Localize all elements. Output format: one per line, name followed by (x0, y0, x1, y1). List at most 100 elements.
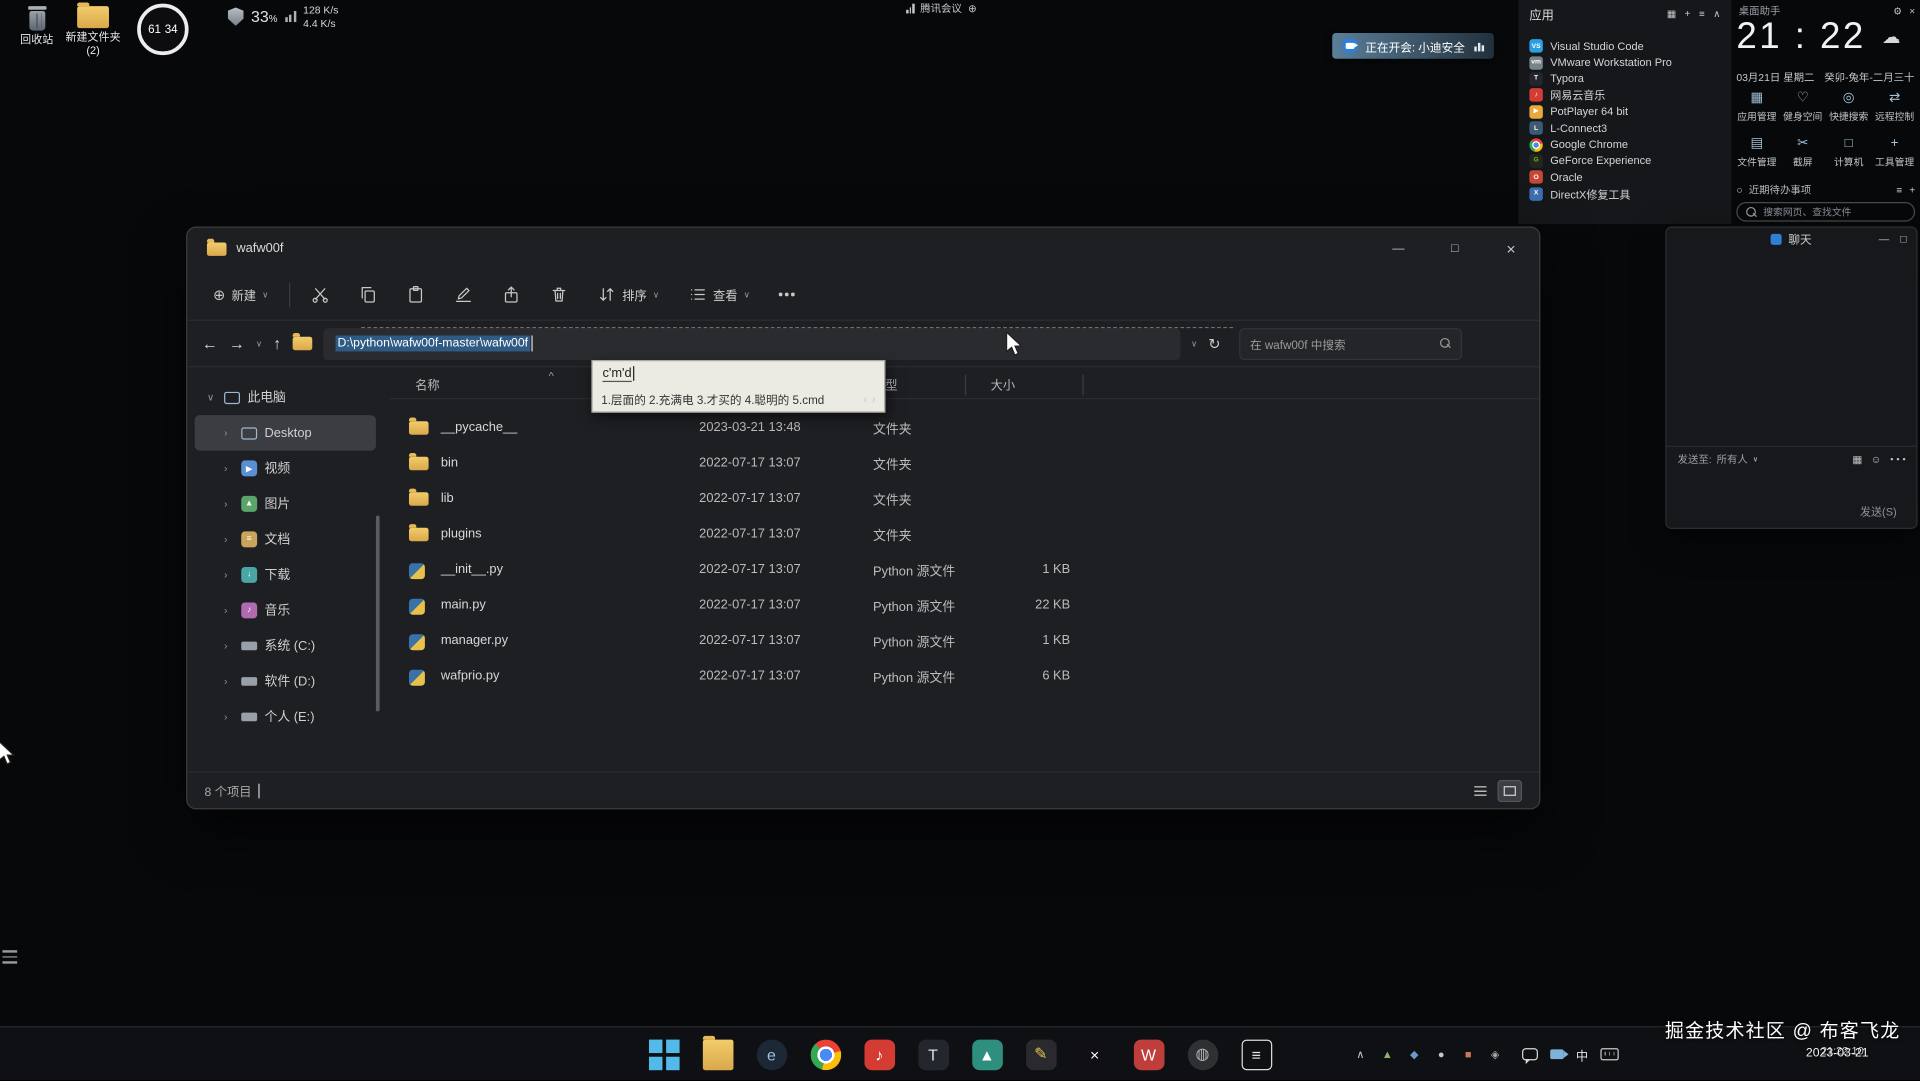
icons-view-toggle[interactable] (1497, 779, 1523, 802)
list-icon[interactable] (1896, 184, 1902, 195)
hidden-icons-chevron[interactable]: ∧ (1352, 1046, 1369, 1063)
ime-next-page-icon[interactable] (872, 392, 876, 404)
todo-row[interactable]: 近期待办事项 (1736, 182, 1915, 197)
file-row[interactable]: manager.py 2022-07-17 13:07 Python 源文件 1… (389, 624, 1539, 660)
search-result-app[interactable]: T Typora (1529, 71, 1720, 87)
minimize-button[interactable] (1370, 228, 1426, 270)
quick-action[interactable]: + 工具管理 (1872, 133, 1918, 169)
quick-action[interactable]: ◎ 快捷搜索 (1826, 88, 1872, 124)
address-dropdown-icon[interactable] (1191, 339, 1197, 349)
security-tray-icon[interactable]: ◆ (1406, 1046, 1423, 1063)
file-row[interactable]: main.py 2022-07-17 13:07 Python 源文件 22 K… (389, 589, 1539, 625)
quick-action[interactable]: □ 计算机 (1826, 133, 1872, 169)
file-row[interactable]: wafprio.py 2022-07-17 13:07 Python 源文件 6… (389, 660, 1539, 696)
explorer-titlebar[interactable]: wafw00f (187, 228, 1539, 270)
monitor-float-ball[interactable]: 61 34 (137, 3, 189, 56)
search-result-app[interactable]: vm VMware Workstation Pro (1529, 54, 1720, 70)
file-row[interactable]: plugins 2022-07-17 13:07 文件夹 (389, 518, 1539, 554)
collapse-icon[interactable] (1713, 9, 1720, 20)
add-icon[interactable] (968, 2, 977, 15)
taskbar-app[interactable] (808, 1037, 842, 1071)
copy-button[interactable] (350, 279, 386, 310)
chevron-down-icon[interactable] (1753, 455, 1758, 464)
chevron-icon[interactable]: › (224, 463, 234, 474)
file-row[interactable]: __init__.py 2022-07-17 13:07 Python 源文件 … (389, 553, 1539, 589)
details-view-toggle[interactable] (1468, 779, 1492, 801)
assistant-search-input[interactable]: 搜索网页、查找文件 (1736, 202, 1916, 222)
taskbar-app[interactable]: e (754, 1037, 788, 1071)
nav-item[interactable]: › ≡ 文档 (195, 522, 376, 558)
up-button[interactable] (273, 334, 281, 352)
search-result-app[interactable]: ♪ 网易云音乐 (1529, 87, 1720, 103)
delete-button[interactable] (541, 279, 577, 310)
paste-button[interactable] (398, 279, 434, 310)
meeting-banner[interactable]: 正在开会: 小迪安全 (1332, 33, 1494, 59)
nav-item[interactable]: › ▶ 视频 (195, 451, 376, 487)
chevron-icon[interactable]: ∨ (207, 392, 217, 403)
address-bar[interactable]: D:\python\wafw00f-master\wafw00f (322, 327, 1180, 360)
rename-button[interactable] (446, 279, 482, 310)
nav-item[interactable]: › 软件 (D:) (195, 664, 376, 700)
taskbar-app[interactable]: ✎ (1024, 1037, 1058, 1071)
cloud-tray-icon[interactable]: ● (1433, 1046, 1450, 1063)
nav-item[interactable]: › ↓ 下载 (195, 557, 376, 593)
view-button[interactable]: 查看 (680, 279, 759, 310)
new-button[interactable]: 新建 (204, 279, 276, 310)
search-result-app[interactable]: G GeForce Experience (1529, 153, 1720, 169)
taskbar-app[interactable]: × (1078, 1037, 1112, 1071)
chevron-icon[interactable]: › (224, 569, 234, 580)
performance-widget[interactable]: 33% 128 K/s 4.4 K/s (227, 4, 338, 30)
edge-menu-icon[interactable] (2, 950, 18, 964)
taskbar-app[interactable]: ◍ (1185, 1037, 1219, 1071)
file-row[interactable]: bin 2022-07-17 13:07 文件夹 (389, 447, 1539, 483)
ime-prev-page-icon[interactable] (863, 392, 867, 404)
search-result-app[interactable]: O Oracle (1529, 169, 1720, 185)
search-result-app[interactable]: ▶ PotPlayer 64 bit (1529, 104, 1720, 120)
share-button[interactable] (494, 279, 530, 310)
menu-icon[interactable] (1699, 9, 1705, 20)
device-tray-icon[interactable]: ◈ (1487, 1046, 1504, 1063)
taskbar-app[interactable]: ▲ (970, 1037, 1004, 1071)
chat-bubble-icon[interactable] (1522, 1048, 1538, 1065)
chevron-icon[interactable]: › (224, 427, 234, 438)
quick-action[interactable]: ✂ 截屏 (1780, 133, 1826, 169)
refresh-button[interactable] (1208, 335, 1220, 352)
nav-item[interactable]: › ▲ 图片 (195, 486, 376, 522)
search-result-app[interactable]: VS Visual Studio Code (1529, 38, 1720, 54)
taskbar-app[interactable]: ≡ (1239, 1037, 1273, 1071)
taskbar-app[interactable] (647, 1037, 681, 1071)
minimize-icon[interactable] (1879, 233, 1889, 245)
add-icon[interactable] (1685, 9, 1691, 20)
maximize-button[interactable] (1427, 228, 1483, 270)
cut-button[interactable] (303, 279, 339, 310)
quick-action[interactable]: ⇄ 远程控制 (1872, 88, 1918, 124)
desktop-icon-recycle-bin[interactable]: 回收站 (7, 2, 66, 45)
chevron-icon[interactable]: › (224, 676, 234, 687)
more-icon[interactable] (1890, 452, 1906, 465)
nav-item[interactable]: › 系统 (C:) (195, 628, 376, 664)
nav-scrollbar[interactable] (375, 515, 380, 712)
chat-titlebar[interactable]: 聊天 (1667, 228, 1917, 250)
add-icon[interactable] (1909, 184, 1915, 195)
send-to-value[interactable]: 所有人 (1717, 452, 1748, 467)
quick-action[interactable]: ▦ 应用管理 (1734, 88, 1780, 124)
taskbar-app[interactable]: W (1131, 1037, 1165, 1071)
taskbar-app[interactable]: ♪ (862, 1037, 896, 1071)
graphics-tray-icon[interactable]: ▲ (1379, 1046, 1396, 1063)
nav-item[interactable]: › 个人 (E:) (195, 699, 376, 735)
file-row[interactable]: lib 2022-07-17 13:07 文件夹 (389, 482, 1539, 518)
chevron-icon[interactable]: › (224, 711, 234, 722)
search-result-app[interactable]: Google Chrome (1529, 136, 1720, 152)
popout-icon[interactable] (1900, 233, 1906, 245)
address-selected-text[interactable]: D:\python\wafw00f-master\wafw00f (335, 335, 531, 352)
chevron-icon[interactable]: › (224, 605, 234, 616)
taskbar-app[interactable]: T (916, 1037, 950, 1071)
column-size[interactable]: 大小 (991, 375, 1015, 393)
desktop-icon-new-folder[interactable]: 新建文件夹(2) (64, 2, 123, 57)
explorer-search-input[interactable]: 在 wafw00f 中搜索 (1238, 327, 1462, 360)
meeting-tray-icon[interactable] (1550, 1049, 1569, 1060)
chat-tray-icon[interactable]: ■ (1460, 1046, 1477, 1063)
nav-item[interactable]: ∨ 此电脑 (195, 380, 376, 416)
meeting-capture-toolbar[interactable]: 腾讯会议 (906, 1, 977, 16)
chevron-icon[interactable]: › (224, 498, 234, 509)
